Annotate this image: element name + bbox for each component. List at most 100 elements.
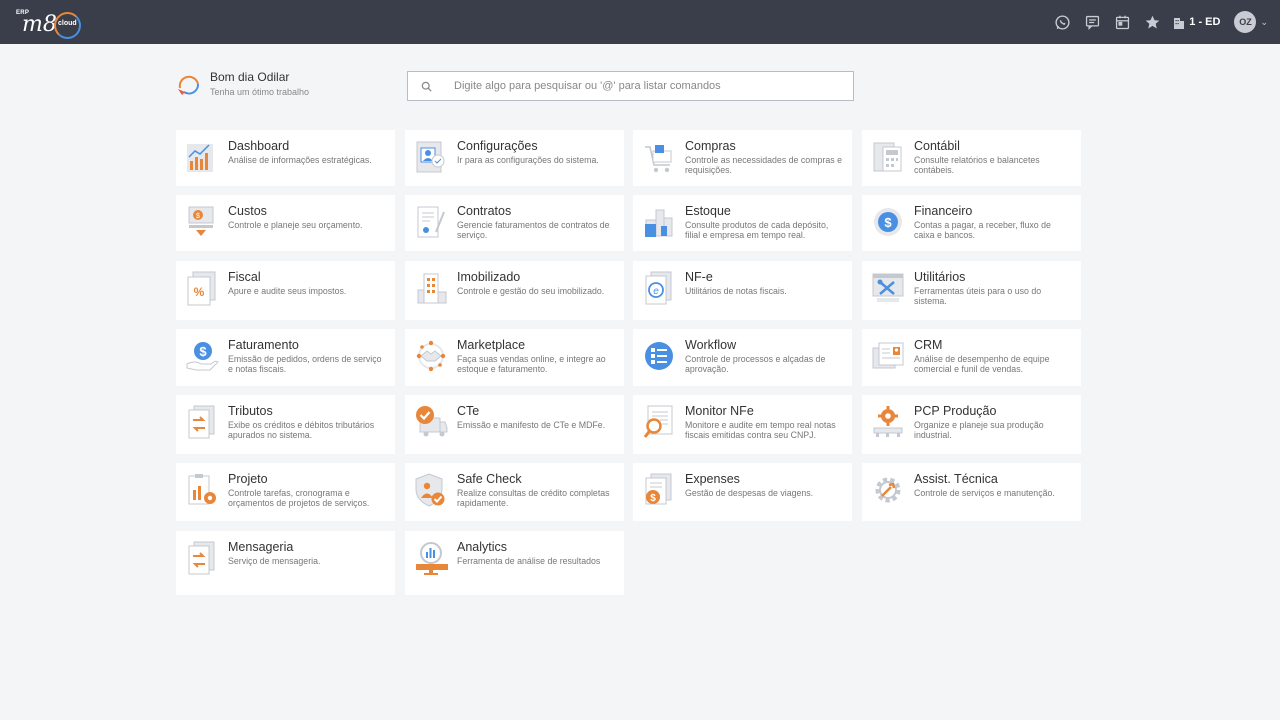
module-title: Contábil <box>914 139 960 153</box>
billing-icon: $ <box>176 329 228 386</box>
module-title: Expenses <box>685 472 740 486</box>
module-description: Consulte produtos de cada depósito, fili… <box>685 220 829 240</box>
module-card-dashboard[interactable]: Dashboard Análise de informações estratég… <box>176 130 395 186</box>
crm-icon <box>862 329 914 386</box>
module-title: PCP Produção <box>914 404 997 418</box>
module-card-tributos[interactable]: Tributos Exibe os créditos e débitos trib… <box>176 395 395 454</box>
module-card-custos[interactable]: $ Custos Controle e planeje seu orçamento. <box>176 195 395 251</box>
module-card-utilitarios[interactable]: Utilitários Ferramentas úteis para o uso … <box>862 261 1081 320</box>
module-card-pcp-producao[interactable]: PCP Produção Organize e planeje sua produ… <box>862 395 1081 454</box>
settings-icon <box>405 130 457 186</box>
module-card-projeto[interactable]: Projeto Controle tarefas, cronograma e or… <box>176 463 395 521</box>
svg-text:$: $ <box>196 213 200 220</box>
contract-icon <box>405 195 457 251</box>
module-title: Estoque <box>685 204 731 218</box>
chat-icon[interactable] <box>1077 0 1107 44</box>
calculator-icon <box>862 130 914 186</box>
module-title: Mensageria <box>228 540 294 554</box>
module-title: Fiscal <box>228 270 261 284</box>
module-title: Workflow <box>685 338 737 352</box>
top-actions: 1 - ED OZ ⌄ <box>1047 0 1268 44</box>
module-card-faturamento[interactable]: $ Faturamento Emissão de pedidos, ordens d… <box>176 329 395 386</box>
gear-icon <box>862 463 914 521</box>
avatar[interactable]: OZ <box>1234 11 1257 33</box>
exchange-icon <box>176 395 228 454</box>
money-icon: $ <box>862 195 914 251</box>
truck-icon <box>405 395 457 454</box>
module-card-contratos[interactable]: Contratos Gerencie faturamentos de contra… <box>405 195 624 251</box>
user-menu[interactable]: OZ ⌄ <box>1234 11 1268 33</box>
handshake-icon <box>405 329 457 386</box>
expenses-icon: $ <box>633 463 685 521</box>
module-description: Análise de desempenho de equipe comercia… <box>914 354 1050 374</box>
monitor-icon <box>633 395 685 454</box>
module-description: Emissão e manifesto de CTe e MDFe. <box>457 420 606 430</box>
module-card-marketplace[interactable]: Marketplace Faça suas vendas online, e in… <box>405 329 624 386</box>
tools-icon <box>862 261 914 320</box>
module-title: Projeto <box>228 472 268 486</box>
project-icon <box>176 463 228 521</box>
module-description: Análise de informações estratégicas. <box>228 155 372 165</box>
module-description: Gestão de despesas de viagens. <box>685 488 814 498</box>
module-title: Assist. Técnica <box>914 472 998 486</box>
module-card-cte[interactable]: CTe Emissão e manifesto de CTe e MDFe. <box>405 395 624 454</box>
star-icon[interactable] <box>1137 0 1167 44</box>
module-card-imobilizado[interactable]: Imobilizado Controle e gestão do seu imob… <box>405 261 624 320</box>
dashboard-icon <box>176 130 228 186</box>
module-card-analytics[interactable]: Analytics Ferramenta de análise de result… <box>405 531 624 595</box>
module-description: Ferramenta de análise de resultados <box>457 556 601 566</box>
company-selector[interactable]: 1 - ED <box>1173 16 1220 29</box>
costs-icon: $ <box>176 195 228 251</box>
building-small-icon <box>1174 17 1185 29</box>
module-description: Ir para as configurações do sistema. <box>457 155 599 165</box>
svg-text:%: % <box>194 285 205 299</box>
module-description: Organize e planeje sua produção industri… <box>914 420 1044 440</box>
module-card-contabil[interactable]: Contábil Consulte relatórios e balancetes… <box>862 130 1081 186</box>
module-description: Faça suas vendas online, e integre ao es… <box>457 354 606 374</box>
module-card-expenses[interactable]: $ Expenses Gestão de despesas de viagens. <box>633 463 852 521</box>
module-card-safe-check[interactable]: Safe Check Realize consultas de crédito c… <box>405 463 624 521</box>
module-card-financeiro[interactable]: $ Financeiro Contas a pagar, a receber, fl… <box>862 195 1081 251</box>
building-icon <box>405 261 457 320</box>
calendar-icon[interactable] <box>1107 0 1137 44</box>
module-card-assist-tecnica[interactable]: Assist. Técnica Controle de serviços e ma… <box>862 463 1081 521</box>
nfe-icon: e <box>633 261 685 320</box>
module-title: Financeiro <box>914 204 973 218</box>
module-card-fiscal[interactable]: % Fiscal Apure e audite seus impostos. <box>176 261 395 320</box>
module-description: Contas a pagar, a receber, fluxo de caix… <box>914 220 1051 240</box>
svg-text:$: $ <box>650 493 656 504</box>
module-card-configuracoes[interactable]: Configurações Ir para as configurações do… <box>405 130 624 186</box>
module-description: Ferramentas úteis para o uso do sistema. <box>914 286 1042 306</box>
warehouse-icon <box>633 195 685 251</box>
greeting-subtitle: Tenha um ótimo trabalho <box>210 87 310 97</box>
module-card-nf-e[interactable]: e NF-e Utilitários de notas fiscais. <box>633 261 852 320</box>
module-title: CRM <box>914 338 943 352</box>
module-description: Controle de processos e alçadas de aprov… <box>685 354 826 374</box>
app-logo[interactable]: ERP m8 cloud <box>14 6 86 40</box>
greeting-title: Bom dia Odilar <box>210 70 290 84</box>
greeting-logo-icon <box>176 71 202 97</box>
module-card-monitor-nfe[interactable]: Monitor NFe Monitore e audite em tempo re… <box>633 395 852 454</box>
search-input[interactable] <box>444 72 853 100</box>
module-card-mensageria[interactable]: Mensageria Serviço de mensageria. <box>176 531 395 595</box>
module-title: Compras <box>685 139 736 153</box>
whatsapp-icon[interactable] <box>1047 0 1077 44</box>
module-description: Realize consultas de crédito completas r… <box>457 488 610 508</box>
module-card-compras[interactable]: Compras Controle as necessidades de compr… <box>633 130 852 186</box>
cart-icon <box>633 130 685 186</box>
chevron-down-icon[interactable]: ⌄ <box>1260 17 1268 28</box>
top-bar: ERP m8 cloud 1 - ED OZ ⌄ <box>0 0 1280 44</box>
module-card-estoque[interactable]: Estoque Consulte produtos de cada depósit… <box>633 195 852 251</box>
module-description: Utilitários de notas fiscais. <box>685 286 787 296</box>
module-description: Controle as necessidades de compras e re… <box>685 155 842 175</box>
module-description: Exibe os créditos e débitos tributários … <box>228 420 375 440</box>
module-card-crm[interactable]: CRM Análise de desempenho de equipe comer… <box>862 329 1081 386</box>
module-description: Controle tarefas, cronograma e orçamento… <box>228 488 370 508</box>
percent-icon: % <box>176 261 228 320</box>
module-description: Consulte relatórios e balancetes contábe… <box>914 155 1040 175</box>
search-icon <box>408 81 444 92</box>
search-box[interactable] <box>407 71 854 101</box>
module-title: Dashboard <box>228 139 290 153</box>
module-card-workflow[interactable]: Workflow Controle de processos e alçadas … <box>633 329 852 386</box>
module-description: Gerencie faturamentos de contratos de se… <box>457 220 610 240</box>
